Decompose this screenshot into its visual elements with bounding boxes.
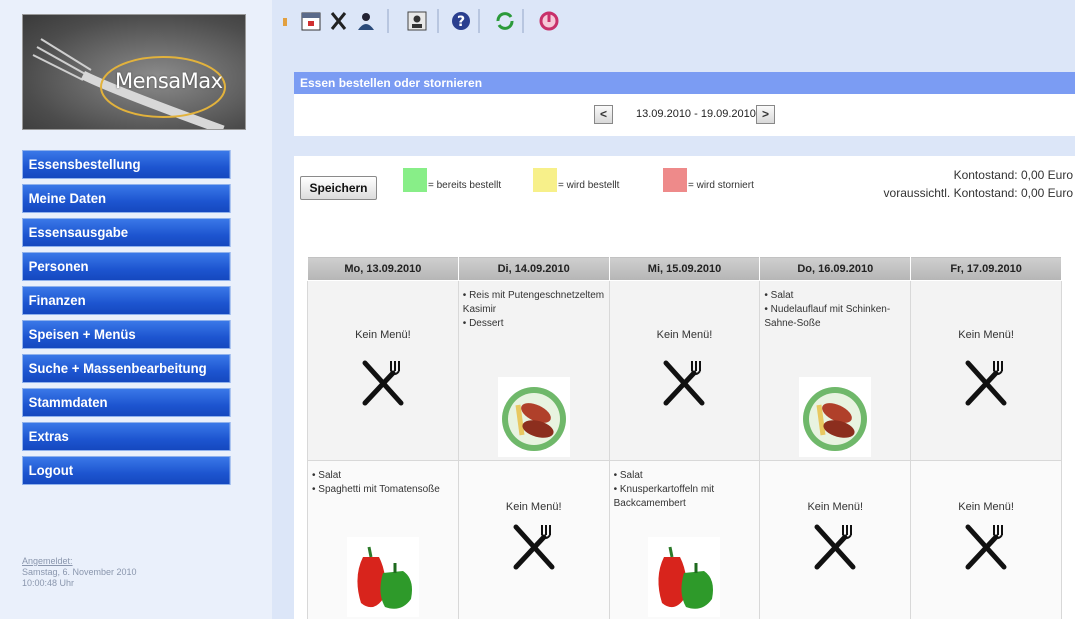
person-icon[interactable] [355, 10, 377, 32]
no-menu-label: Kein Menü! [355, 329, 411, 341]
next-week-button[interactable]: > [756, 105, 775, 124]
toolbar-separator [437, 9, 439, 33]
sidebar-item-suche-massenbearbeitung[interactable]: Suche + Massenbearbeitung [22, 354, 231, 383]
sidebar-item-essensbestellung[interactable]: Essensbestellung [22, 150, 231, 179]
login-date: Samstag, 6. November 2010 [22, 567, 137, 577]
save-button[interactable]: Speichern [300, 176, 377, 200]
sidebar-item-logout[interactable]: Logout [22, 456, 231, 485]
dish-list: SalatNudelauflauf mit Schinken-Sahne-Soß… [760, 281, 910, 331]
bell-peppers-icon [648, 537, 721, 617]
help-icon[interactable]: ? [450, 10, 472, 32]
login-label: Angemeldet: [22, 556, 73, 566]
mensamax-logo: MensaMax [22, 14, 246, 130]
account-balance: Kontostand: 0,00 Euro [953, 168, 1073, 182]
legend-label-ordered: = bereits bestellt [428, 180, 502, 191]
toolbar-separator [478, 9, 480, 33]
cutlery-icon[interactable] [328, 10, 350, 32]
dish-item: Knusperkartoffeln mit Backcamembert [614, 483, 760, 511]
prev-week-button[interactable]: < [594, 105, 613, 124]
dish-item: Salat [764, 289, 910, 303]
sidebar: MensaMax Essensbestellung Meine Daten Esse… [0, 0, 272, 619]
grip-icon [283, 18, 287, 26]
bell-peppers-icon [346, 537, 419, 617]
sidebar-item-personen[interactable]: Personen [22, 252, 231, 281]
week-navigation: < 13.09.2010 - 19.09.2010 > [294, 94, 1075, 136]
legend-label-cancel: = wird storniert [688, 180, 754, 191]
no-menu-label: Kein Menü! [958, 501, 1014, 513]
toolbar: ? [272, 0, 1075, 42]
page-title: Essen bestellen oder stornieren [294, 72, 1075, 94]
week-range: 13.09.2010 - 19.09.2010 [636, 108, 756, 120]
day-header: Di, 14.09.2010 [457, 256, 610, 281]
dish-item: Nudelauflauf mit Schinken-Sahne-Soße [764, 303, 910, 331]
sausage-plate-icon [799, 377, 872, 457]
dish-list: SalatKnusperkartoffeln mit Backcamembert [610, 461, 760, 511]
sidebar-item-finanzen[interactable]: Finanzen [22, 286, 231, 315]
legend-swatch-ordering [533, 168, 557, 192]
dish-item: Reis mit Putengeschnetzeltem Kasimir [463, 289, 609, 317]
toolbar-separator [387, 9, 389, 33]
login-time: 10:00:48 Uhr [22, 578, 75, 588]
menu-table: Mo, 13.09.2010 Di, 14.09.2010 Mi, 15.09.20… [307, 256, 1062, 619]
menu-cell[interactable]: Reis mit Putengeschnetzeltem KasimirDess… [457, 280, 610, 461]
day-header: Do, 16.09.2010 [759, 256, 912, 281]
menu-cell[interactable]: SalatNudelauflauf mit Schinken-Sahne-Soß… [759, 280, 912, 461]
refresh-icon[interactable] [494, 10, 516, 32]
dish-item: Dessert [463, 317, 609, 331]
no-menu-cutlery-icon [965, 524, 1007, 570]
menu-cell[interactable]: SalatKnusperkartoffeln mit Backcamembert [608, 460, 761, 619]
sidebar-item-extras[interactable]: Extras [22, 422, 231, 451]
dish-item: Salat [312, 469, 458, 483]
no-menu-cell[interactable]: Kein Menü! [910, 280, 1062, 461]
legend-swatch-cancel [663, 168, 687, 192]
login-info: Angemeldet: Samstag, 6. November 2010 10… [22, 556, 222, 589]
no-menu-label: Kein Menü! [505, 501, 562, 513]
calendar-icon[interactable] [300, 10, 322, 32]
sidebar-item-meine-daten[interactable]: Meine Daten [22, 184, 231, 213]
no-menu-cell[interactable]: Kein Menü! [910, 460, 1062, 619]
no-menu-cutlery-icon [965, 360, 1007, 406]
dish-item: Salat [614, 469, 760, 483]
no-menu-cell[interactable]: Kein Menü! [307, 280, 459, 461]
dish-list: Reis mit Putengeschnetzeltem KasimirDess… [459, 281, 609, 331]
no-menu-cutlery-icon [814, 524, 856, 570]
day-header: Fr, 17.09.2010 [910, 256, 1062, 281]
main-content: Essen bestellen oder stornieren < 13.09.… [272, 42, 1075, 619]
id-card-icon[interactable] [406, 10, 428, 32]
dish-list: SalatSpaghetti mit Tomatensoße [308, 461, 458, 497]
day-header: Mo, 13.09.2010 [307, 256, 459, 281]
no-menu-label: Kein Menü! [807, 501, 864, 513]
no-menu-cell[interactable]: Kein Menü! [759, 460, 912, 619]
logo-text: MensaMax [115, 69, 223, 93]
dish-item: Spaghetti mit Tomatensoße [312, 483, 458, 497]
order-panel: Speichern = bereits bestellt = wird best… [294, 156, 1075, 619]
no-menu-cell[interactable]: Kein Menü! [457, 460, 610, 619]
no-menu-label: Kein Menü! [958, 329, 1014, 341]
no-menu-cutlery-icon [362, 360, 404, 406]
sidebar-item-speisen-menüs[interactable]: Speisen + Menüs [22, 320, 231, 349]
legend-label-ordering: = wird bestellt [558, 180, 620, 191]
svg-text:?: ? [457, 14, 465, 30]
sidebar-item-stammdaten[interactable]: Stammdaten [22, 388, 231, 417]
no-menu-cell[interactable]: Kein Menü! [608, 280, 761, 461]
toolbar-separator [522, 9, 524, 33]
sausage-plate-icon [497, 377, 570, 457]
legend-swatch-ordered [403, 168, 427, 192]
power-icon[interactable] [538, 10, 560, 32]
sidebar-item-essensausgabe[interactable]: Essensausgabe [22, 218, 231, 247]
no-menu-cutlery-icon [663, 360, 705, 406]
expected-balance: voraussichtl. Kontostand: 0,00 Euro [883, 186, 1073, 200]
no-menu-label: Kein Menü! [656, 329, 713, 341]
no-menu-cutlery-icon [513, 524, 555, 570]
main-navigation: Essensbestellung Meine Daten Essensausgabe… [22, 150, 244, 490]
menu-cell[interactable]: SalatSpaghetti mit Tomatensoße [307, 460, 459, 619]
day-header: Mi, 15.09.2010 [608, 256, 761, 281]
